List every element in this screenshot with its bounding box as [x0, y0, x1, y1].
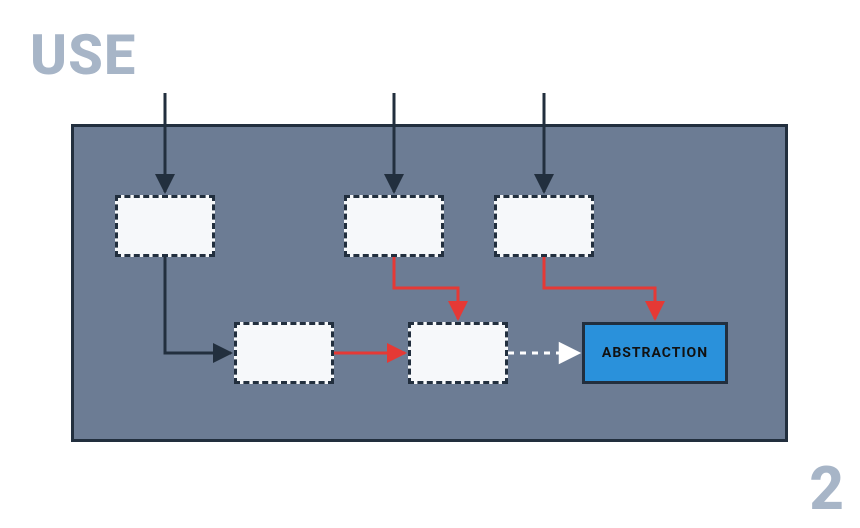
- node-a: [115, 195, 215, 257]
- arrow-b-to-e: [394, 257, 458, 319]
- node-b: [344, 195, 444, 257]
- arrow-c-to-f: [544, 257, 655, 319]
- page-number: 2: [809, 453, 844, 524]
- node-c: [494, 195, 594, 257]
- node-d: [234, 322, 334, 384]
- node-abstraction: ABSTRACTION: [582, 322, 728, 384]
- arrow-a-to-d: [165, 257, 231, 353]
- node-e: [408, 322, 508, 384]
- abstraction-label: ABSTRACTION: [602, 345, 708, 361]
- diagram-arrows: [0, 0, 860, 528]
